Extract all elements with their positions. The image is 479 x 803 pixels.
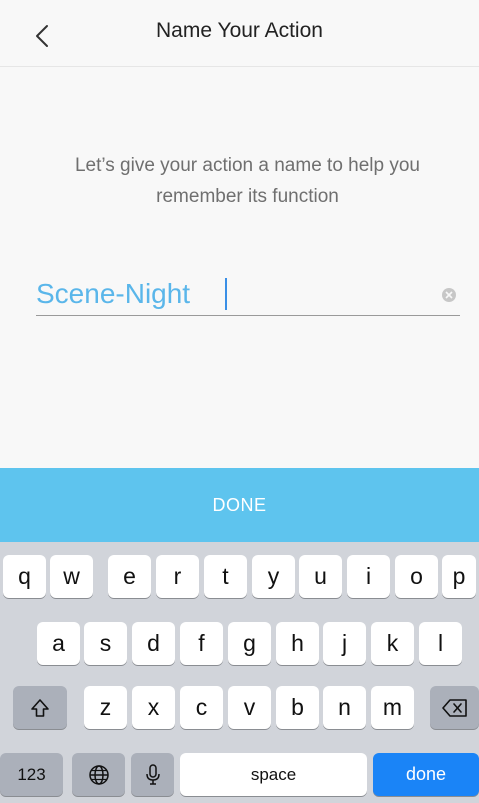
clear-circle-icon xyxy=(445,291,453,299)
key-f[interactable]: f xyxy=(180,622,223,665)
clear-text-button[interactable] xyxy=(442,288,456,302)
input-underline xyxy=(36,315,460,316)
action-name-field[interactable] xyxy=(36,274,460,316)
instructions-text: Let’s give your action a name to help yo… xyxy=(74,155,421,207)
key-h[interactable]: h xyxy=(276,622,319,665)
key-w[interactable]: w xyxy=(50,555,93,598)
key-a[interactable]: a xyxy=(37,622,80,665)
shift-key[interactable] xyxy=(13,686,67,729)
text-cursor xyxy=(225,278,227,310)
key-z[interactable]: z xyxy=(84,686,127,729)
keyboard: q w e r t y u i o p a s d f g h j k l z … xyxy=(0,542,479,803)
key-c[interactable]: c xyxy=(180,686,223,729)
key-b[interactable]: b xyxy=(276,686,319,729)
globe-key[interactable] xyxy=(72,753,125,796)
key-p[interactable]: p xyxy=(442,555,476,598)
shift-icon xyxy=(31,698,49,717)
screen: Name Your Action Let’s give your action … xyxy=(0,0,479,803)
space-key[interactable]: space xyxy=(180,753,367,796)
key-x[interactable]: x xyxy=(132,686,175,729)
key-v[interactable]: v xyxy=(228,686,271,729)
key-o[interactable]: o xyxy=(395,555,438,598)
globe-icon xyxy=(88,764,109,785)
key-u[interactable]: u xyxy=(299,555,342,598)
key-l[interactable]: l xyxy=(419,622,462,665)
key-d[interactable]: d xyxy=(132,622,175,665)
key-n[interactable]: n xyxy=(323,686,366,729)
navigation-bar: Name Your Action xyxy=(0,0,479,67)
action-name-input[interactable] xyxy=(36,274,436,314)
microphone-icon xyxy=(145,763,160,785)
key-g[interactable]: g xyxy=(228,622,271,665)
key-s[interactable]: s xyxy=(84,622,127,665)
key-r[interactable]: r xyxy=(156,555,199,598)
numbers-key[interactable]: 123 xyxy=(0,753,63,796)
key-t[interactable]: t xyxy=(204,555,247,598)
done-button[interactable]: DONE xyxy=(0,468,479,542)
delete-backspace-icon xyxy=(441,698,467,717)
key-k[interactable]: k xyxy=(371,622,414,665)
delete-key[interactable] xyxy=(430,686,479,729)
key-m[interactable]: m xyxy=(371,686,414,729)
key-q[interactable]: q xyxy=(3,555,46,598)
key-y[interactable]: y xyxy=(252,555,295,598)
page-title: Name Your Action xyxy=(156,19,323,42)
microphone-key[interactable] xyxy=(131,753,174,796)
keyboard-done-key[interactable]: done xyxy=(373,753,479,796)
key-i[interactable]: i xyxy=(347,555,390,598)
key-e[interactable]: e xyxy=(108,555,151,598)
key-j[interactable]: j xyxy=(323,622,366,665)
